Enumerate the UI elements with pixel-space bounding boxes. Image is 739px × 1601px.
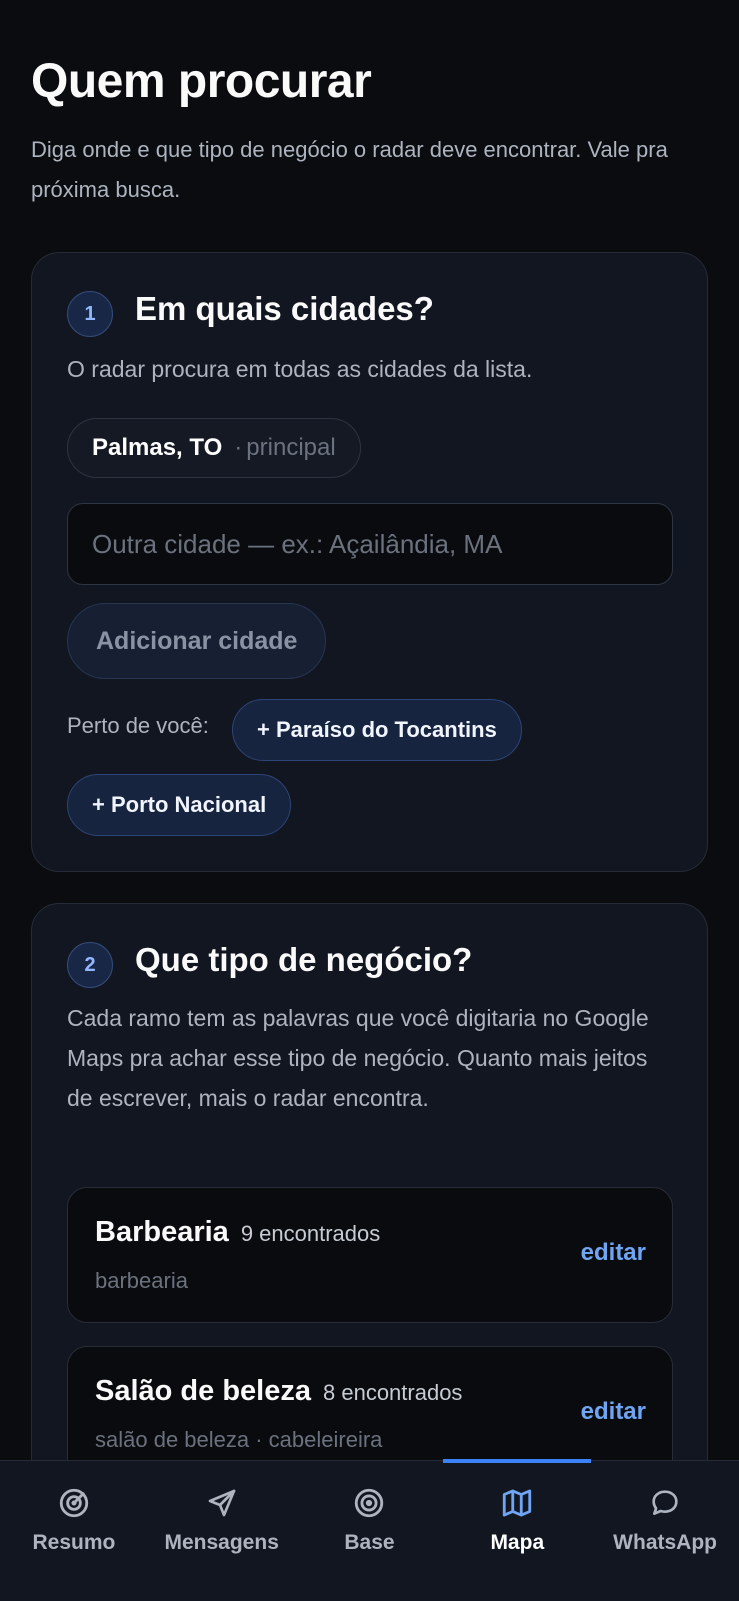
step-badge-1: 1: [67, 291, 113, 337]
business-type-terms: salão de beleza · cabeleireira: [95, 1427, 383, 1452]
chat-bubble-icon: [647, 1485, 683, 1521]
business-type-name: Barbearia: [95, 1216, 229, 1248]
city-input[interactable]: [67, 503, 673, 585]
page-title: Quem procurar: [31, 55, 372, 108]
target-icon: [351, 1485, 387, 1521]
tab-mapa[interactable]: Mapa: [443, 1459, 592, 1601]
business-type-count: 9 encontrados: [240, 1221, 381, 1246]
page-subtitle: Diga onde e que tipo de negócio o radar …: [31, 137, 668, 202]
business-title: Que tipo de negócio?: [135, 941, 473, 978]
business-type-item: Barbearia 9 encontrados barbearia editar: [67, 1187, 673, 1323]
nearby-city-button[interactable]: + Paraíso do Tocantins: [232, 699, 522, 761]
cities-description: O radar procura em todas as cidades da l…: [67, 356, 533, 382]
page-content: Quem procurar Diga onde e que tipo de ne…: [0, 0, 739, 1460]
city-name: Palmas, TO: [92, 434, 223, 461]
business-card: 2 Que tipo de negócio? Cada ramo tem as …: [31, 903, 708, 1460]
cities-title: Em quais cidades?: [135, 290, 434, 327]
edit-link[interactable]: editar: [581, 1398, 646, 1426]
map-icon: [499, 1485, 535, 1521]
edit-link[interactable]: editar: [581, 1239, 646, 1267]
tab-label: Base: [344, 1531, 395, 1554]
city-chip[interactable]: Palmas, TO · principal: [67, 418, 361, 478]
send-icon: [204, 1485, 240, 1521]
business-description: Cada ramo tem as palavras que você digit…: [67, 1005, 649, 1111]
tab-whatsapp[interactable]: WhatsApp: [591, 1461, 739, 1601]
nearby-city-button[interactable]: + Porto Nacional: [67, 774, 292, 836]
tab-resumo[interactable]: Resumo: [0, 1461, 148, 1601]
tab-mensagens[interactable]: Mensagens: [148, 1461, 296, 1601]
bottom-tab-bar: Resumo Mensagens Base Mapa WhatsApp: [0, 1459, 739, 1601]
step-badge-2: 2: [67, 942, 113, 988]
tab-base[interactable]: Base: [296, 1461, 444, 1601]
business-type-item: Salão de beleza 8 encontrados salão de be…: [67, 1346, 673, 1460]
nearby-label: Perto de você:: [67, 713, 209, 738]
radar-icon: [56, 1485, 92, 1521]
active-tab-indicator: [443, 1459, 592, 1463]
city-separator: ·: [234, 434, 243, 461]
tab-label: Resumo: [32, 1531, 116, 1554]
business-type-count: 8 encontrados: [323, 1380, 463, 1405]
tab-label: Mensagens: [164, 1531, 279, 1554]
add-city-button[interactable]: Adicionar cidade: [67, 603, 327, 679]
tab-label: WhatsApp: [613, 1531, 717, 1554]
cities-card: 1 Em quais cidades? O radar procura em t…: [31, 252, 708, 872]
business-type-name: Salão de beleza: [95, 1375, 311, 1407]
business-type-terms: barbearia: [95, 1268, 188, 1293]
tab-label: Mapa: [490, 1531, 545, 1554]
city-tag: principal: [246, 434, 336, 461]
